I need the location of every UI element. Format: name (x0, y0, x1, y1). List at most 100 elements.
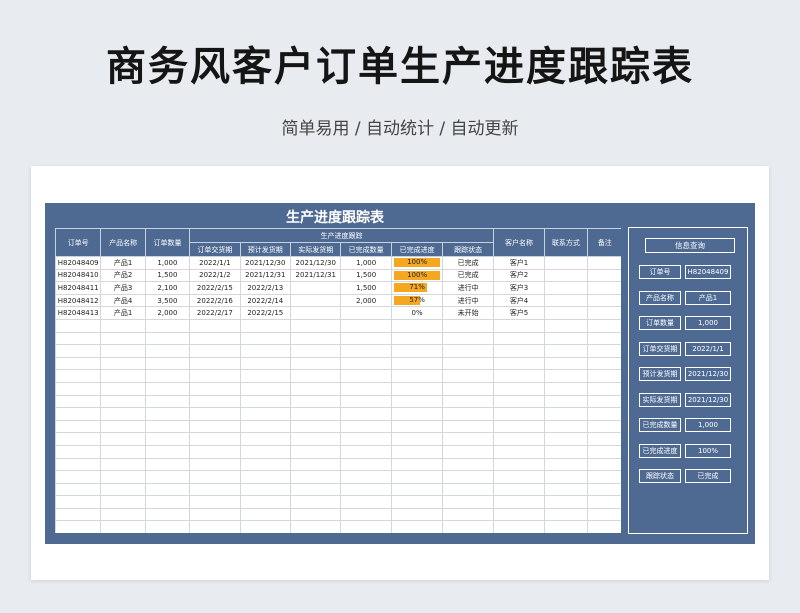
empty-cell[interactable] (55, 369, 102, 383)
empty-cell[interactable] (144, 520, 191, 533)
empty-cell[interactable] (586, 520, 621, 533)
empty-cell[interactable] (189, 407, 241, 421)
empty-cell[interactable] (340, 507, 392, 522)
empty-cell[interactable] (586, 482, 621, 497)
empty-cell[interactable] (144, 457, 191, 472)
empty-cell[interactable] (290, 318, 342, 333)
empty-cell[interactable] (586, 444, 621, 459)
cell-notes[interactable] (586, 281, 621, 295)
empty-cell[interactable] (390, 331, 444, 346)
empty-cell[interactable] (442, 394, 494, 409)
empty-cell[interactable] (239, 482, 292, 497)
empty-cell[interactable] (492, 381, 546, 396)
empty-cell[interactable] (442, 444, 494, 459)
cell-planned[interactable]: 2022/2/14 (239, 293, 292, 308)
cell-product[interactable]: 产品1 (100, 256, 146, 270)
empty-cell[interactable] (290, 331, 342, 346)
empty-cell[interactable] (144, 482, 191, 497)
empty-cell[interactable] (144, 419, 191, 434)
cell-customer[interactable]: 客户1 (492, 256, 546, 270)
empty-cell[interactable] (340, 394, 392, 409)
empty-cell[interactable] (492, 470, 546, 484)
empty-cell[interactable] (290, 419, 342, 434)
cell-contact[interactable] (544, 306, 588, 320)
empty-cell[interactable] (586, 507, 621, 522)
empty-cell[interactable] (290, 444, 342, 459)
empty-cell[interactable] (290, 344, 342, 358)
cell-qty[interactable]: 1,500 (144, 268, 191, 283)
empty-cell[interactable] (442, 507, 494, 522)
empty-cell[interactable] (100, 369, 146, 383)
empty-cell[interactable] (239, 507, 292, 522)
empty-cell[interactable] (544, 520, 588, 533)
cell-delivery[interactable]: 2022/2/15 (189, 281, 241, 295)
empty-cell[interactable] (239, 470, 292, 484)
empty-cell[interactable] (544, 470, 588, 484)
cell-product[interactable]: 产品1 (100, 306, 146, 320)
empty-cell[interactable] (290, 432, 342, 446)
empty-cell[interactable] (390, 381, 444, 396)
empty-cell[interactable] (100, 344, 146, 358)
empty-cell[interactable] (390, 369, 444, 383)
empty-cell[interactable] (144, 356, 191, 371)
empty-cell[interactable] (55, 381, 102, 396)
empty-cell[interactable] (544, 482, 588, 497)
empty-cell[interactable] (189, 331, 241, 346)
empty-cell[interactable] (442, 331, 494, 346)
cell-actual[interactable] (290, 293, 342, 308)
empty-cell[interactable] (390, 432, 444, 446)
cell-notes[interactable] (586, 293, 621, 308)
cell-status[interactable]: 进行中 (442, 281, 494, 295)
empty-cell[interactable] (586, 432, 621, 446)
empty-cell[interactable] (492, 495, 546, 509)
cell-status[interactable]: 未开始 (442, 306, 494, 320)
empty-cell[interactable] (144, 432, 191, 446)
empty-cell[interactable] (189, 520, 241, 533)
cell-actual[interactable] (290, 306, 342, 320)
empty-cell[interactable] (144, 344, 191, 358)
empty-cell[interactable] (390, 419, 444, 434)
empty-cell[interactable] (340, 482, 392, 497)
cell-contact[interactable] (544, 281, 588, 295)
empty-cell[interactable] (586, 394, 621, 409)
empty-cell[interactable] (442, 407, 494, 421)
empty-cell[interactable] (586, 419, 621, 434)
empty-cell[interactable] (239, 520, 292, 533)
empty-cell[interactable] (100, 444, 146, 459)
empty-cell[interactable] (189, 381, 241, 396)
empty-cell[interactable] (55, 444, 102, 459)
empty-cell[interactable] (55, 344, 102, 358)
empty-cell[interactable] (55, 394, 102, 409)
empty-cell[interactable] (586, 331, 621, 346)
empty-cell[interactable] (55, 331, 102, 346)
empty-cell[interactable] (290, 495, 342, 509)
empty-cell[interactable] (544, 457, 588, 472)
empty-cell[interactable] (144, 444, 191, 459)
empty-cell[interactable] (100, 381, 146, 396)
empty-cell[interactable] (442, 495, 494, 509)
empty-cell[interactable] (390, 344, 444, 358)
empty-cell[interactable] (144, 470, 191, 484)
empty-cell[interactable] (544, 407, 588, 421)
empty-cell[interactable] (100, 318, 146, 333)
empty-cell[interactable] (144, 495, 191, 509)
empty-cell[interactable] (100, 394, 146, 409)
empty-cell[interactable] (586, 457, 621, 472)
cell-customer[interactable]: 客户5 (492, 306, 546, 320)
cell-planned[interactable]: 2021/12/31 (239, 268, 292, 283)
cell-completed[interactable]: 1,000 (340, 256, 392, 270)
empty-cell[interactable] (390, 495, 444, 509)
empty-cell[interactable] (586, 344, 621, 358)
empty-cell[interactable] (189, 419, 241, 434)
empty-cell[interactable] (55, 356, 102, 371)
empty-cell[interactable] (544, 394, 588, 409)
cell-notes[interactable] (586, 268, 621, 283)
empty-cell[interactable] (100, 419, 146, 434)
empty-cell[interactable] (55, 507, 102, 522)
empty-cell[interactable] (442, 457, 494, 472)
empty-cell[interactable] (290, 520, 342, 533)
cell-delivery[interactable]: 2022/1/1 (189, 256, 241, 270)
cell-order-no[interactable]: H82048411 (55, 281, 102, 295)
empty-cell[interactable] (442, 369, 494, 383)
empty-cell[interactable] (239, 419, 292, 434)
